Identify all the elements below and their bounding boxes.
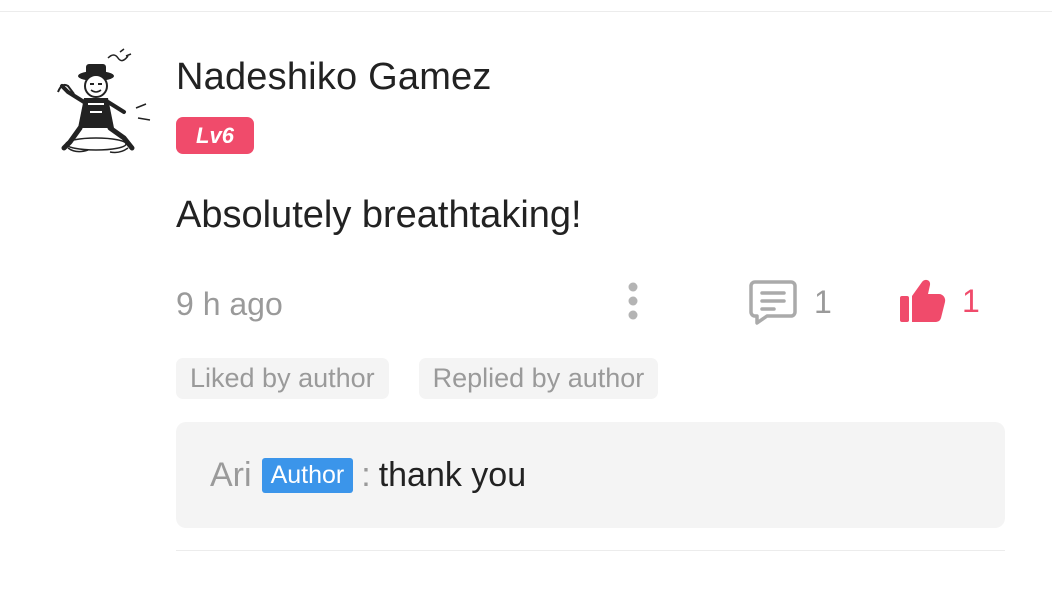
reply-separator: : xyxy=(361,455,371,494)
bottom-divider xyxy=(176,550,1005,551)
reply-count-button[interactable]: 1 xyxy=(748,278,832,326)
replied-by-author-tag: Replied by author xyxy=(418,358,659,399)
like-button[interactable]: 1 xyxy=(898,276,980,326)
vertical-dots-icon xyxy=(628,282,638,320)
reply-line: Ari Author : thank you xyxy=(210,452,526,498)
comment-bubble-icon xyxy=(749,280,797,325)
reply-count: 1 xyxy=(814,283,832,320)
author-badge: Author xyxy=(261,457,354,493)
comment-text: Absolutely breathtaking! xyxy=(176,194,582,236)
liked-by-author-tag: Liked by author xyxy=(176,358,389,399)
reply-text: thank you xyxy=(378,455,527,494)
timestamp: 9 h ago xyxy=(176,286,283,322)
level-badge: Lv6 xyxy=(176,117,254,154)
avatar-image xyxy=(57,48,151,154)
avatar[interactable] xyxy=(50,48,154,158)
comment-item: Nadeshiko Gamez Lv6 Absolutely breathtak… xyxy=(0,0,1052,600)
reply-author-name[interactable]: Ari xyxy=(210,456,252,495)
comment-tags: Liked by author Replied by author xyxy=(176,358,688,399)
more-options-button[interactable] xyxy=(616,280,650,324)
reply-preview[interactable]: Ari Author : thank you xyxy=(176,422,1005,528)
like-count: 1 xyxy=(962,282,980,319)
username[interactable]: Nadeshiko Gamez xyxy=(176,54,492,100)
thumbs-up-icon xyxy=(900,279,946,322)
